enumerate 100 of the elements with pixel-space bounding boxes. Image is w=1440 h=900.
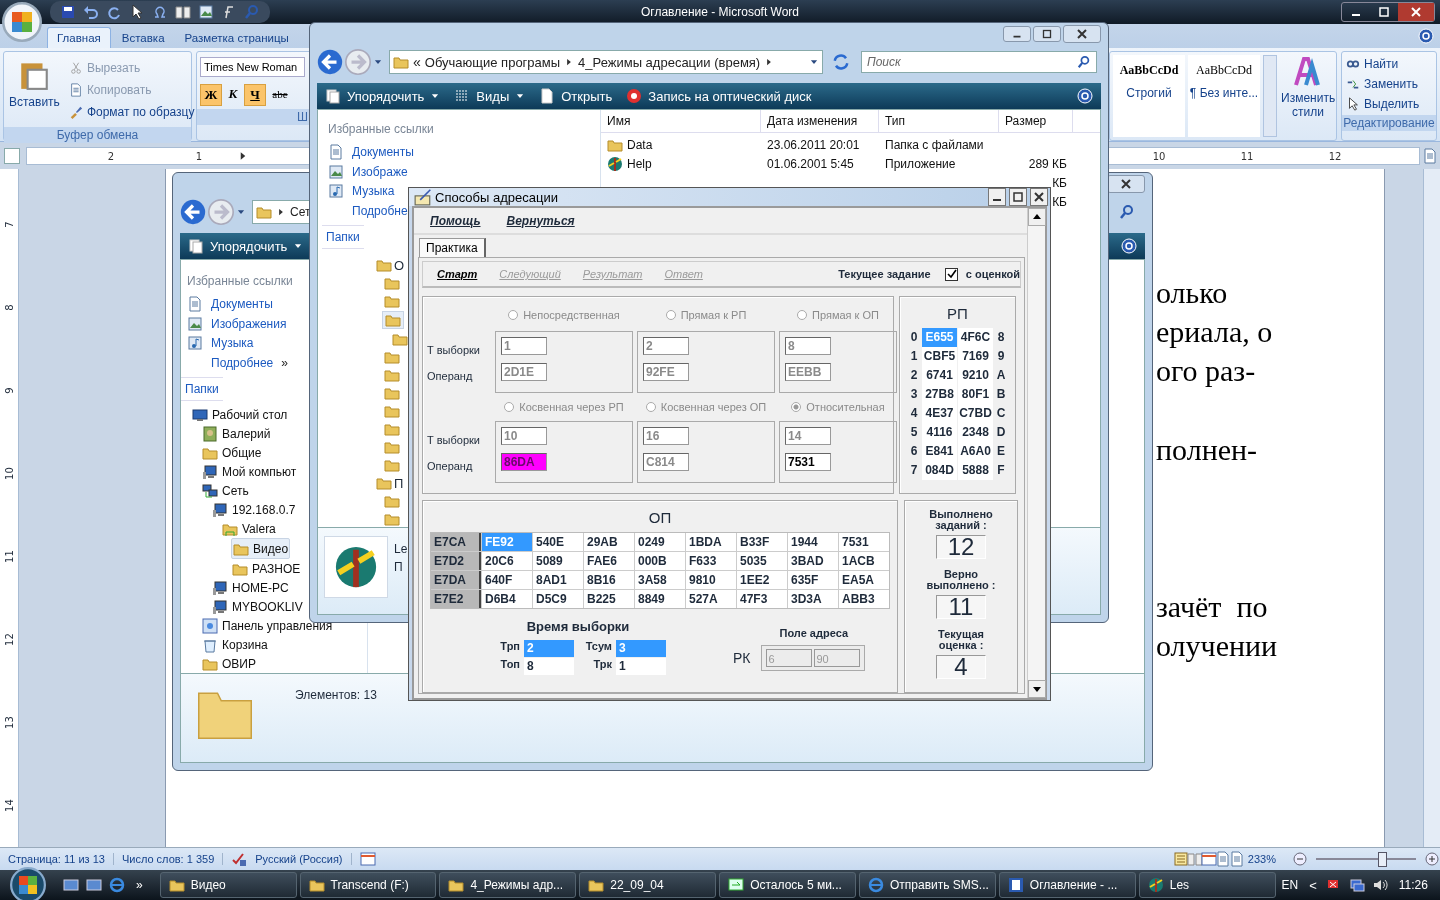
volume-icon[interactable]	[1371, 877, 1388, 893]
input-field[interactable]: 8	[524, 658, 574, 675]
table-cell[interactable]: 527A	[686, 590, 736, 608]
search-icon[interactable]	[1119, 204, 1135, 220]
ruler-toggle-icon[interactable]	[1422, 148, 1438, 164]
address-bar[interactable]: Сет	[252, 200, 312, 224]
table-cell[interactable]: 29AB	[584, 533, 634, 551]
table-cell[interactable]: A6A0	[958, 442, 993, 461]
zoom-in-button[interactable]	[1424, 851, 1440, 867]
toolbar-button[interactable]: Виды	[454, 88, 526, 104]
table-cell[interactable]: ABB3	[839, 590, 889, 608]
table-cell[interactable]: 5035	[737, 552, 787, 570]
table-cell[interactable]: 27B8	[922, 385, 957, 404]
view-button[interactable]	[1200, 851, 1217, 867]
table-cell[interactable]: 540E	[533, 533, 583, 551]
toolbar-button[interactable]: Упорядочить	[325, 88, 441, 104]
view-button[interactable]	[1172, 851, 1189, 867]
select-button[interactable]: Выделить	[1346, 94, 1432, 113]
toolbar-button[interactable]: Старт	[437, 268, 478, 280]
address-bar[interactable]: « Обучающие програмы 4_Режимы адресации (время)	[389, 50, 823, 74]
picture-icon[interactable]	[198, 4, 214, 20]
format-button[interactable]: Ж	[200, 84, 222, 106]
favorite-link[interactable]: Документы	[187, 294, 273, 314]
tray-expand-button[interactable]: <	[1309, 877, 1317, 893]
table-cell[interactable]: 80F1	[958, 385, 993, 404]
table-cell[interactable]: 1EE2	[737, 571, 787, 589]
browser-icon[interactable]	[109, 877, 125, 893]
tab[interactable]: Практика	[419, 238, 486, 257]
table-cell[interactable]: 8849	[635, 590, 685, 608]
favorite-link[interactable]: Музыка	[328, 181, 395, 202]
input-field[interactable]: 86DA	[501, 453, 547, 471]
font-field[interactable]: Times New Roman	[200, 57, 305, 77]
table-cell[interactable]: 20C6	[482, 552, 532, 570]
help-icon[interactable]	[1121, 238, 1137, 254]
tree-item[interactable]: HOME-PC	[211, 578, 290, 597]
tree-item[interactable]: О	[374, 257, 407, 273]
more-link[interactable]: Подробне	[328, 201, 408, 221]
scrollbar[interactable]	[1423, 169, 1440, 847]
table-cell[interactable]: 6741	[922, 366, 957, 385]
language-indicator[interactable]: EN	[1281, 878, 1299, 892]
table-cell[interactable]: 0249	[635, 533, 685, 551]
close-button[interactable]	[1063, 25, 1101, 43]
view-button[interactable]	[1214, 851, 1231, 867]
table-cell[interactable]: 8B16	[584, 571, 634, 589]
tree-item[interactable]: Валерий	[201, 424, 272, 443]
table-cell[interactable]: 7531	[839, 533, 889, 551]
column-header[interactable]: Имя	[601, 110, 761, 132]
zoom-out-button[interactable]	[1292, 851, 1308, 867]
table-cell[interactable]: 084D	[922, 461, 957, 480]
paste-button[interactable]: Вставить	[7, 55, 62, 124]
toolbar-button[interactable]: Запись на оптический диск	[626, 88, 812, 104]
radio-button[interactable]	[645, 402, 656, 412]
back-button[interactable]	[180, 199, 206, 225]
favorite-link[interactable]: Документы	[328, 142, 414, 162]
table-cell[interactable]: FAE6	[584, 552, 634, 570]
save-icon[interactable]	[60, 4, 76, 20]
tree-item[interactable]	[390, 331, 410, 347]
search-field[interactable]: Поиск	[861, 51, 1097, 73]
more-link[interactable]: Подробнее »	[187, 353, 288, 373]
input-field[interactable]: 1	[616, 658, 666, 675]
undo-icon[interactable]	[83, 4, 99, 20]
taskbar-button[interactable]: 22_09_04	[579, 872, 717, 898]
radio-button[interactable]	[504, 402, 515, 412]
close-button[interactable]	[1030, 188, 1048, 206]
radio-button[interactable]	[791, 402, 802, 412]
checkbox[interactable]	[944, 267, 958, 281]
table-cell[interactable]: 3D3A	[788, 590, 838, 608]
slider-thumb[interactable]	[1378, 852, 1387, 867]
tree-item[interactable]: РАЗНОЕ	[231, 559, 302, 578]
tab-selector[interactable]	[4, 148, 20, 164]
refresh-button[interactable]	[831, 52, 851, 72]
table-cell[interactable]: 2348	[958, 423, 993, 442]
input-field[interactable]: 16	[643, 427, 689, 445]
switch-windows-icon[interactable]	[86, 877, 102, 893]
table-cell[interactable]: 1ACB	[839, 552, 889, 570]
table-cell[interactable]: 7169	[958, 347, 993, 366]
scrollbar[interactable]	[1027, 208, 1045, 698]
tree-item[interactable]: Видео	[231, 538, 291, 559]
menu-item[interactable]: Вернуться	[506, 213, 575, 228]
toolbar-button[interactable]: Открыть	[539, 88, 613, 104]
tree-item[interactable]: П	[374, 475, 406, 491]
format-button[interactable]: abe	[267, 84, 293, 104]
table-cell[interactable]: 1944	[788, 533, 838, 551]
start-button[interactable]	[10, 867, 46, 900]
overflow-chevron[interactable]: «	[413, 54, 421, 70]
clock[interactable]: 11:26	[1398, 878, 1428, 892]
radio-button[interactable]	[797, 310, 808, 320]
help-icon[interactable]	[1418, 28, 1434, 44]
input-field[interactable]: 7531	[785, 453, 831, 471]
ribbon-tab[interactable]: Разметка страницы	[175, 28, 298, 48]
favorite-link[interactable]: Музыка	[187, 333, 254, 354]
redo-icon[interactable]	[106, 4, 122, 20]
tree-item[interactable]: Valera	[221, 519, 277, 538]
close-button[interactable]	[1107, 175, 1145, 193]
table-cell[interactable]: 3BAD	[788, 552, 838, 570]
table-cell[interactable]: F633	[686, 552, 736, 570]
folders-heading[interactable]: Папки	[322, 225, 364, 249]
format-button[interactable]: К	[223, 84, 243, 104]
tree-item[interactable]: Общие	[201, 443, 263, 462]
minimize-button[interactable]	[988, 188, 1006, 206]
